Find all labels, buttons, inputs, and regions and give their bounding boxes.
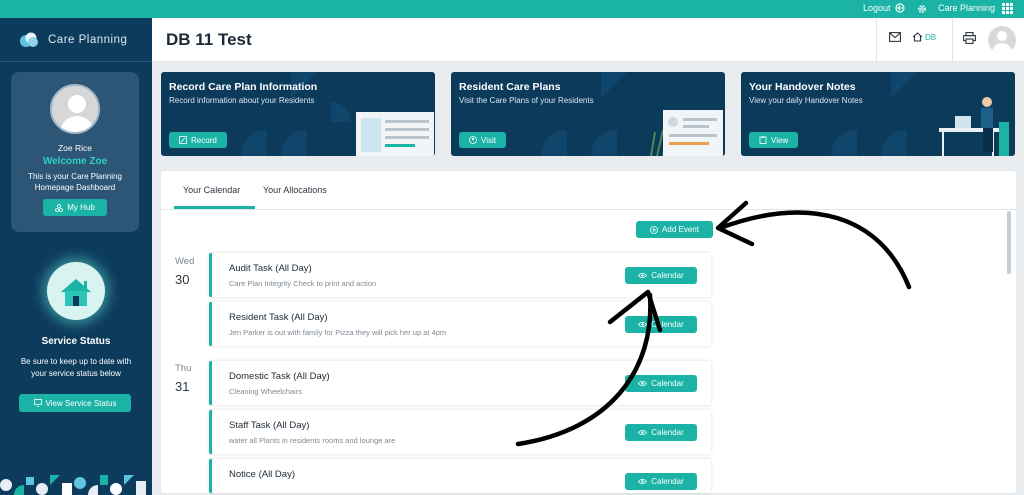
event-title: Audit Task (All Day) xyxy=(229,263,312,274)
view-label: View xyxy=(771,135,789,145)
db-home-link[interactable]: DB xyxy=(912,32,936,42)
service-status-description: Be sure to keep up to date with your ser… xyxy=(0,356,152,380)
mail-icon[interactable] xyxy=(889,32,901,42)
sidebar: Care Planning Zoe Rice Welcome Zoe This … xyxy=(0,18,152,495)
event-title: Staff Task (All Day) xyxy=(229,420,310,431)
tab-your-calendar[interactable]: Your Calendar xyxy=(183,185,240,195)
avatar xyxy=(50,84,100,134)
scrollbar[interactable] xyxy=(1007,211,1011,274)
date-number: 30 xyxy=(175,272,190,287)
date-number: 31 xyxy=(175,379,190,394)
add-event-label: Add Event xyxy=(662,225,699,234)
my-hub-label: My Hub xyxy=(67,203,95,212)
user-circle-icon xyxy=(469,136,477,144)
record-button[interactable]: Record xyxy=(169,132,227,148)
logout-link[interactable]: Logout xyxy=(863,3,905,13)
card-title: Your Handover Notes xyxy=(749,81,856,93)
calendar-button[interactable]: Calendar xyxy=(625,424,697,441)
event-card[interactable]: Resident Task (All Day) Jen Parker is ou… xyxy=(209,302,711,346)
sidebar-divider xyxy=(0,61,152,62)
calendar-label: Calendar xyxy=(651,428,684,437)
cloud-logo-icon xyxy=(20,32,38,47)
page-title: DB 11 Test xyxy=(166,30,252,49)
view-service-status-button[interactable]: View Service Status xyxy=(19,394,131,412)
calendar-button[interactable]: Calendar xyxy=(625,316,697,333)
print-icon[interactable] xyxy=(963,32,976,44)
weekday-label: Wed xyxy=(175,256,195,267)
decorative-pattern xyxy=(0,475,152,495)
service-status-title: Service Status xyxy=(41,336,111,347)
app-label[interactable]: Care Planning xyxy=(938,3,995,13)
user-avatar[interactable] xyxy=(988,26,1016,54)
plus-circle-icon xyxy=(650,225,658,234)
top-bar: Logout Care Planning xyxy=(0,0,1024,18)
logout-label[interactable]: Logout xyxy=(863,3,891,13)
grid-icon[interactable] xyxy=(1002,3,1013,14)
profile-name: Zoe Rice xyxy=(57,143,92,153)
resident-care-plans-card[interactable]: Resident Care Plans Visit the Care Plans… xyxy=(451,72,725,156)
event-title: Domestic Task (All Day) xyxy=(229,371,330,382)
calendar-label: Calendar xyxy=(651,379,684,388)
calendar-button[interactable]: Calendar xyxy=(625,267,697,284)
tab-your-allocations[interactable]: Your Allocations xyxy=(263,185,327,195)
visit-button[interactable]: Visit xyxy=(459,132,506,148)
card-title: Record Care Plan Information xyxy=(169,81,318,93)
event-card[interactable]: Domestic Task (All Day) Cleaning Wheelch… xyxy=(209,361,711,405)
visit-label: Visit xyxy=(481,135,496,145)
card-subtitle: View your daily Handover Notes xyxy=(749,96,863,105)
event-card[interactable]: Audit Task (All Day) Care Plan Integrity… xyxy=(209,253,711,297)
calendar-label: Calendar xyxy=(651,320,684,329)
profile-description: This is your Care Planning Homepage Dash… xyxy=(28,172,122,192)
hub-icon xyxy=(55,203,64,212)
service-status-text: Be sure to keep up to date with your ser… xyxy=(20,357,132,378)
card-subtitle: Visit the Care Plans of your Residents xyxy=(459,96,594,105)
header-divider xyxy=(952,18,953,62)
event-title: Resident Task (All Day) xyxy=(229,312,328,323)
event-description: Cleaning Wheelchairs xyxy=(229,387,302,396)
welcome-text: Welcome Zoe xyxy=(42,156,108,167)
calendar-panel: Your Calendar Your Allocations Add Event… xyxy=(161,171,1016,493)
brand-name: Care Planning xyxy=(48,34,128,46)
my-hub-button[interactable]: My Hub xyxy=(43,199,107,216)
calendar-button[interactable]: Calendar xyxy=(625,473,697,490)
edit-icon xyxy=(179,136,187,144)
main-content: Record Care Plan Information Record info… xyxy=(152,62,1024,495)
event-card[interactable]: Staff Task (All Day) water all Plants in… xyxy=(209,410,711,454)
event-description: water all Plants in residents rooms and … xyxy=(229,436,396,445)
calendar-label: Calendar xyxy=(651,477,684,486)
eye-icon xyxy=(638,380,648,387)
card-title: Resident Care Plans xyxy=(459,81,561,93)
view-service-status-label: View Service Status xyxy=(45,398,117,408)
brand[interactable]: Care Planning xyxy=(18,32,127,48)
view-button[interactable]: View xyxy=(749,132,799,148)
event-title: Notice (All Day) xyxy=(229,469,295,480)
record-label: Record xyxy=(191,135,217,145)
logout-icon[interactable] xyxy=(894,3,905,13)
record-card[interactable]: Record Care Plan Information Record info… xyxy=(161,72,435,156)
eye-icon xyxy=(638,429,648,436)
add-event-button[interactable]: Add Event xyxy=(636,221,713,238)
calendar-label: Calendar xyxy=(651,271,684,280)
home-icon xyxy=(912,32,923,42)
clipboard-icon xyxy=(759,136,767,144)
profile-card: Zoe Rice Welcome Zoe This is your Care P… xyxy=(11,72,139,232)
calendar-button[interactable]: Calendar xyxy=(625,375,697,392)
card-subtitle: Record information about your Residents xyxy=(169,96,315,105)
event-description: Care Plan Integrity Check to print and a… xyxy=(229,279,377,288)
weekday-label: Thu xyxy=(175,363,192,374)
db-label: DB xyxy=(925,32,937,42)
app-switcher[interactable]: Care Planning xyxy=(938,3,995,13)
page-header: DB 11 Test DB xyxy=(152,18,1024,62)
service-status-house-icon xyxy=(47,262,105,320)
eye-icon xyxy=(638,321,648,328)
tabs-border xyxy=(161,209,1016,210)
monitor-icon xyxy=(33,399,42,407)
eye-icon xyxy=(638,478,648,485)
handover-notes-card[interactable]: Your Handover Notes View your daily Hand… xyxy=(741,72,1015,156)
eye-icon xyxy=(638,272,648,279)
event-card[interactable]: Notice (All Day) Calendar xyxy=(209,459,711,493)
event-description: Jen Parker is out with family for Pizza … xyxy=(229,328,447,337)
gear-icon[interactable] xyxy=(917,4,927,14)
